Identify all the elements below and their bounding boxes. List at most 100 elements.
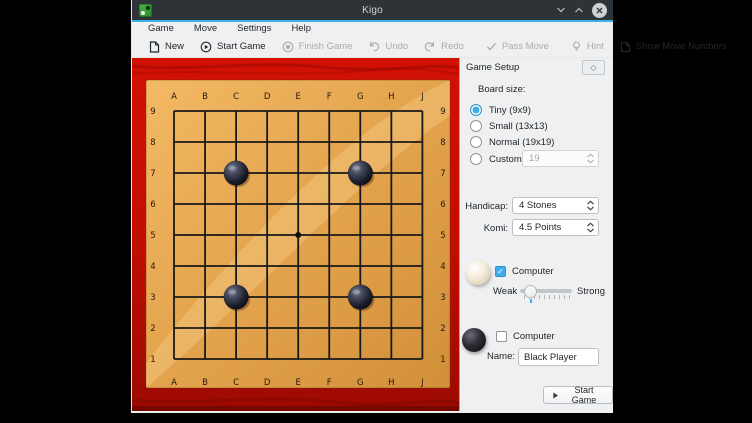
board-coordinate-label: G (357, 92, 364, 102)
handicap-spinbox[interactable]: 4 Stones (512, 197, 599, 214)
close-button[interactable] (592, 3, 607, 18)
go-board-svg[interactable]: AABBCCDDEEFFGGHHJJ998877665544332211 (132, 58, 459, 411)
board-coordinate-label: E (296, 92, 301, 102)
board-coordinate-label: 5 (150, 231, 155, 241)
board-coordinate-label: 6 (440, 200, 445, 210)
dock-float-button[interactable]: ◇ (582, 60, 605, 75)
toolbar: New Start Game Finish Game Undo Redo P (132, 36, 613, 58)
white-computer-label: Computer (512, 266, 554, 277)
radio-circle (470, 153, 482, 165)
radio-small[interactable]: Small (13x13) (470, 119, 548, 133)
board-coordinate-label: G (357, 378, 364, 388)
board-coordinate-label: 5 (440, 231, 445, 241)
white-computer-checkbox[interactable]: ✓ (495, 266, 506, 277)
slider-strong-label: Strong (577, 286, 605, 297)
radio-circle (470, 120, 482, 132)
board-coordinate-label: 9 (440, 107, 445, 117)
chevron-down-icon (556, 6, 566, 14)
window-title: Kigo (132, 5, 613, 16)
redo-arrow-icon (424, 41, 436, 52)
board-coordinate-label: 9 (150, 107, 155, 117)
spinbox-arrows-icon[interactable] (586, 222, 595, 233)
board-coordinate-label: 7 (150, 169, 155, 179)
new-document-icon (149, 41, 160, 53)
start-game-button[interactable]: Start Game (192, 37, 274, 57)
board-coordinate-label: 2 (440, 324, 445, 334)
board-coordinate-label: F (327, 92, 332, 102)
spinbox-arrows-icon[interactable] (586, 200, 595, 211)
game-setup-panel: Game Setup ◇ Board size: Tiny (9x9) Smal… (460, 58, 613, 411)
menubar: Game Move Settings Help (132, 22, 613, 36)
board-coordinate-label: A (171, 92, 177, 102)
radio-circle (470, 136, 482, 148)
undo-button[interactable]: Undo (360, 37, 416, 57)
undo-arrow-icon (368, 41, 380, 52)
strength-slider-handle[interactable] (524, 285, 537, 298)
redo-button[interactable]: Redo (416, 37, 472, 57)
board-coordinate-label: 2 (150, 324, 155, 334)
black-computer-checkbox[interactable]: ✓ (496, 331, 507, 342)
radio-custom[interactable]: Custom: (470, 152, 524, 166)
board-coordinate-label: A (171, 378, 177, 388)
radio-normal[interactable]: Normal (19x19) (470, 135, 554, 149)
board-coordinate-label: 6 (150, 200, 155, 210)
finish-game-button[interactable]: Finish Game (274, 37, 361, 57)
show-move-numbers-button[interactable]: Show Move Numbers (612, 37, 735, 57)
custom-size-spinbox[interactable]: 19 (522, 150, 599, 167)
board-coordinate-label: C (233, 92, 239, 102)
komi-spinbox[interactable]: 4.5 Points (512, 219, 599, 236)
board-coordinate-label: B (202, 378, 208, 388)
board-coordinate-label: 3 (150, 293, 155, 303)
board-size-label: Board size: (478, 84, 526, 95)
menu-move[interactable]: Move (184, 22, 227, 36)
play-icon (552, 391, 559, 400)
board-coordinate-label: F (327, 378, 332, 388)
pass-move-button[interactable]: Pass Move (478, 37, 557, 57)
board-coordinate-label: H (388, 378, 394, 388)
stone-G7 (348, 161, 373, 186)
stop-circle-icon (282, 41, 294, 53)
komi-label: Komi: (462, 223, 508, 234)
board-coordinate-label: C (233, 378, 239, 388)
handicap-label: Handicap: (462, 201, 508, 212)
dock-float-icon: ◇ (590, 63, 596, 72)
stone-G3 (348, 285, 373, 310)
board-coordinate-label: 8 (150, 138, 155, 148)
slider-weak-label: Weak (493, 286, 517, 297)
black-stone-avatar (462, 328, 486, 352)
radio-circle (470, 104, 482, 116)
minimize-button[interactable] (556, 6, 566, 14)
go-board[interactable]: AABBCCDDEEFFGGHHJJ998877665544332211 (132, 58, 459, 411)
black-computer-label: Computer (513, 331, 555, 342)
menu-settings[interactable]: Settings (227, 22, 281, 36)
menu-help[interactable]: Help (281, 22, 321, 36)
board-coordinate-label: H (388, 92, 394, 102)
white-stone-avatar (466, 261, 490, 285)
board-coordinate-label: E (296, 378, 301, 388)
new-button[interactable]: New (141, 37, 192, 57)
radio-tiny[interactable]: Tiny (9x9) (470, 103, 531, 117)
board-coordinate-label: J (420, 92, 424, 102)
star-point (295, 232, 301, 238)
board-coordinate-label: B (202, 92, 208, 102)
panel-title: Game Setup (466, 62, 519, 73)
board-coordinate-label: D (264, 92, 271, 102)
hint-button[interactable]: Hint (563, 37, 612, 57)
board-coordinate-label: 7 (440, 169, 445, 179)
stone-C3 (224, 285, 249, 310)
black-player-name-input[interactable] (518, 348, 599, 366)
panel-start-game-button[interactable]: Start Game (543, 386, 613, 404)
titlebar[interactable]: Kigo (132, 0, 613, 22)
move-numbers-board-icon (620, 41, 631, 53)
board-coordinate-label: 8 (440, 138, 445, 148)
menu-game[interactable]: Game (138, 22, 184, 36)
board-coordinate-label: 4 (150, 262, 155, 272)
maximize-button[interactable] (574, 6, 584, 14)
board-coordinate-label: D (264, 378, 271, 388)
desktop-background: Kigo Game Move Settings Help (0, 0, 752, 423)
kigo-app-icon (139, 4, 152, 17)
name-label: Name: (482, 351, 515, 362)
checkmark-icon (486, 41, 497, 52)
spinbox-arrows-icon[interactable] (586, 153, 595, 164)
kigo-window: Kigo Game Move Settings Help (131, 0, 613, 413)
